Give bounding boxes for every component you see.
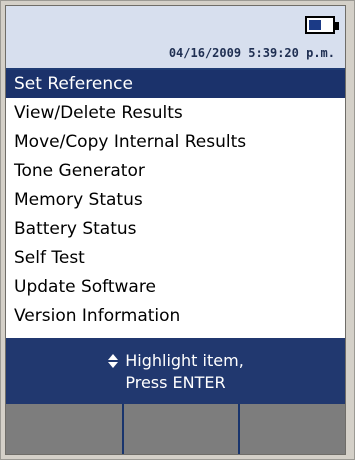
main-menu: Set Reference View/Delete Results Move/C… <box>6 70 345 331</box>
softkey-1[interactable] <box>6 404 122 454</box>
battery-icon <box>305 16 339 34</box>
help-line-2: Press ENTER <box>125 373 226 392</box>
menu-item-self-test[interactable]: Self Test <box>6 244 345 273</box>
menu-item-memory-status[interactable]: Memory Status <box>6 186 345 215</box>
softkey-3[interactable] <box>238 404 345 454</box>
menu-item-update-software[interactable]: Update Software <box>6 273 345 302</box>
menu-item-tone-generator[interactable]: Tone Generator <box>6 157 345 186</box>
battery-terminal <box>335 22 339 30</box>
up-down-arrows-icon <box>107 354 119 368</box>
menu-item-set-reference[interactable]: Set Reference <box>6 70 345 99</box>
menu-item-version-information[interactable]: Version Information <box>6 302 345 331</box>
menu-item-move-copy-internal-results[interactable]: Move/Copy Internal Results <box>6 128 345 157</box>
menu-item-view-delete-results[interactable]: View/Delete Results <box>6 99 345 128</box>
battery-level <box>309 20 321 30</box>
help-line-1: Highlight item, <box>6 350 345 372</box>
menu-item-battery-status[interactable]: Battery Status <box>6 215 345 244</box>
device-screen: 04/16/2009 5:39:20 p.m. Set Reference Vi… <box>5 5 346 455</box>
help-bar: Highlight item, Press ENTER <box>6 338 345 404</box>
help-text: Highlight item, Press ENTER <box>6 350 345 394</box>
device-frame: 04/16/2009 5:39:20 p.m. Set Reference Vi… <box>0 0 355 460</box>
help-instruction: Highlight item, <box>125 351 244 370</box>
softkey-bar <box>6 404 345 454</box>
datetime-display: 04/16/2009 5:39:20 p.m. <box>168 46 335 60</box>
softkey-2[interactable] <box>122 404 238 454</box>
status-bar: 04/16/2009 5:39:20 p.m. <box>6 6 345 70</box>
